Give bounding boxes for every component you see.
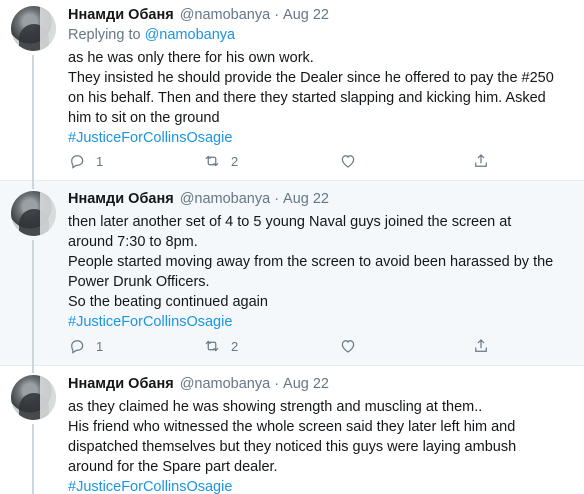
reply-button[interactable]: 1 xyxy=(68,152,103,170)
user-handle[interactable]: @namobanya xyxy=(180,190,271,209)
tweet-1[interactable]: Ннамди Обаня @namobanya · Aug 22 Replyin… xyxy=(0,0,584,181)
tweet-text-line: on his behalf. Then and there they start… xyxy=(68,90,546,106)
tweet-text-line: as he was only there for his own work. xyxy=(68,50,314,66)
tweet-text: then later another set of 4 to 5 young N… xyxy=(68,212,574,332)
avatar[interactable] xyxy=(11,6,56,51)
tweet-text-line: So the beating continued again xyxy=(68,294,268,310)
tweet-text-line: around 7:30 to 8pm. xyxy=(68,234,198,250)
display-name[interactable]: Ннамди Обаня xyxy=(68,190,174,209)
tweet-3[interactable]: Ннамди Обаня @namobanya · Aug 22 as they… xyxy=(0,366,584,494)
tweet-actions: 1 2 xyxy=(68,151,508,171)
tweet-text-line: around for the Spare part dealer. xyxy=(68,459,278,475)
tweet-date[interactable]: Aug 22 xyxy=(283,375,329,394)
retweet-button[interactable]: 2 xyxy=(203,337,238,355)
heart-icon xyxy=(341,155,355,168)
tweet-text-line: him to sit on the ground xyxy=(68,110,220,126)
hashtag-link[interactable]: #JusticeForCollinsOsagie xyxy=(68,477,574,494)
reply-button[interactable]: 1 xyxy=(68,337,103,355)
like-button[interactable] xyxy=(339,337,367,355)
user-handle[interactable]: @namobanya xyxy=(180,6,271,25)
avatar[interactable] xyxy=(11,375,56,420)
heart-icon xyxy=(341,340,355,353)
display-name[interactable]: Ннамди Обаня xyxy=(68,6,174,25)
thread-connector-line xyxy=(32,55,34,181)
avatar[interactable] xyxy=(11,191,56,236)
reply-count: 1 xyxy=(96,338,104,354)
thread-connector-line xyxy=(32,424,34,494)
retweet-icon xyxy=(205,155,219,167)
reply-icon xyxy=(71,155,84,169)
tweet-text-line: His friend who witnessed the whole scree… xyxy=(68,419,516,435)
tweet-date[interactable]: Aug 22 xyxy=(283,6,329,25)
tweet-text-line: People started moving away from the scre… xyxy=(68,254,554,270)
retweet-icon xyxy=(205,340,219,352)
thread-connector-line xyxy=(32,240,34,366)
share-button[interactable] xyxy=(472,337,490,355)
hashtag-link[interactable]: #JusticeForCollinsOsagie xyxy=(68,128,574,148)
tweet-2[interactable]: Ннамди Обаня @namobanya · Aug 22 then la… xyxy=(0,181,584,366)
tweet-text-line: then later another set of 4 to 5 young N… xyxy=(68,214,512,230)
replying-to: Replying to @namobanya xyxy=(68,26,574,45)
share-icon xyxy=(475,154,487,167)
tweet-text-line: as they claimed he was showing strength … xyxy=(68,399,483,415)
tweet-header: Ннамди Обаня @namobanya · Aug 22 xyxy=(68,375,574,394)
like-button[interactable] xyxy=(339,152,367,170)
retweet-count: 2 xyxy=(231,338,239,354)
reply-count: 1 xyxy=(96,153,104,169)
tweet-text-line: They insisted he should provide the Deal… xyxy=(68,70,554,86)
tweet-header: Ннамди Обаня @namobanya · Aug 22 xyxy=(68,190,574,209)
tweet-thread: Ннамди Обаня @namobanya · Aug 22 Replyin… xyxy=(0,0,584,494)
share-button[interactable] xyxy=(472,152,490,170)
tweet-actions: 1 2 xyxy=(68,336,508,356)
tweet-text: as they claimed he was showing strength … xyxy=(68,397,574,494)
reply-icon xyxy=(71,340,84,354)
display-name[interactable]: Ннамди Обаня xyxy=(68,375,174,394)
share-icon xyxy=(475,339,487,352)
tweet-text-line: Power Drunk Officers. xyxy=(68,274,210,290)
separator-dot: · xyxy=(274,7,280,23)
user-handle[interactable]: @namobanya xyxy=(180,375,271,394)
tweet-text-line: dispatched themselves but they noticed t… xyxy=(68,439,517,455)
separator-dot: · xyxy=(274,191,280,207)
tweet-text: as he was only there for his own work. T… xyxy=(68,48,574,148)
replying-to-label: Replying to xyxy=(68,27,141,43)
hashtag-link[interactable]: #JusticeForCollinsOsagie xyxy=(68,312,574,332)
tweet-header: Ннамди Обаня @namobanya · Aug 22 xyxy=(68,6,574,25)
reply-mention-link[interactable]: @namobanya xyxy=(145,27,236,43)
separator-dot: · xyxy=(274,376,280,392)
thread-connector-line xyxy=(32,366,34,373)
retweet-count: 2 xyxy=(231,153,239,169)
retweet-button[interactable]: 2 xyxy=(203,152,238,170)
thread-connector-line xyxy=(32,181,34,189)
tweet-date[interactable]: Aug 22 xyxy=(283,190,329,209)
